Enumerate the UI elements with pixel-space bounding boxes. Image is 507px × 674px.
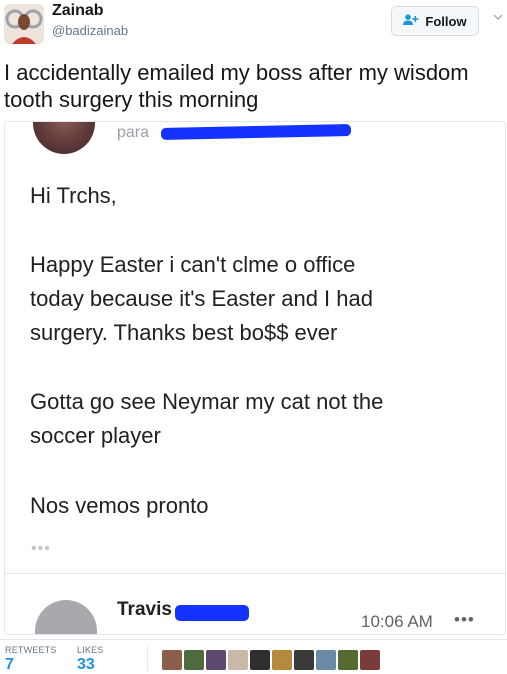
liker-avatar[interactable] <box>228 650 248 670</box>
likers-avatars <box>162 650 380 670</box>
reply-sender-name: Travis <box>117 599 172 620</box>
email-signoff: Nos vemos pronto <box>30 493 209 518</box>
liker-avatar[interactable] <box>294 650 314 670</box>
user-avatar[interactable] <box>4 4 44 44</box>
email-line: today because it's Easter and I had <box>30 286 373 311</box>
user-handle[interactable]: @badizainab <box>52 23 128 38</box>
liker-avatar[interactable] <box>360 650 380 670</box>
user-avatar-image <box>4 4 44 44</box>
liker-avatar[interactable] <box>206 650 226 670</box>
retweets-count[interactable]: 7 <box>5 656 14 674</box>
liker-avatar[interactable] <box>250 650 270 670</box>
likes-count[interactable]: 33 <box>77 656 95 674</box>
follow-button[interactable]: Follow <box>391 6 479 36</box>
redaction-mark <box>175 605 249 621</box>
liker-avatar[interactable] <box>184 650 204 670</box>
email-greeting: Hi Trchs, <box>30 183 117 208</box>
liker-avatar[interactable] <box>162 650 182 670</box>
chevron-down-icon[interactable] <box>492 10 504 22</box>
redaction-mark <box>160 124 352 140</box>
follow-button-label: Follow <box>425 13 467 29</box>
reply-avatar <box>35 600 97 634</box>
liker-avatar[interactable] <box>338 650 358 670</box>
email-recipient-prefix: para <box>117 124 150 141</box>
sender-avatar <box>33 122 95 154</box>
email-line: soccer player <box>30 423 161 448</box>
email-more-icon: ••• <box>31 540 51 557</box>
tweet-text: I accidentally emailed my boss after my … <box>4 60 469 112</box>
email-line: Gotta go see Neymar my cat not the <box>30 389 384 414</box>
display-name[interactable]: Zainab <box>52 2 104 20</box>
email-line: surgery. Thanks best bo$$ ever <box>30 320 338 345</box>
reply-more-icon: ••• <box>454 610 475 629</box>
likes-label: LIKES <box>77 645 104 655</box>
add-user-icon <box>403 13 419 29</box>
stats-divider <box>0 639 507 640</box>
email-line: Happy Easter i can't clme o office <box>30 252 356 277</box>
retweets-label: RETWEETS <box>5 645 57 655</box>
email-divider <box>5 573 505 574</box>
liker-avatar[interactable] <box>316 650 336 670</box>
liker-avatar[interactable] <box>272 650 292 670</box>
reply-time: 10:06 AM <box>361 612 433 631</box>
stats-separator <box>147 645 148 671</box>
tweet-media[interactable]: para Hi Trchs, Happy Easter i can't clme… <box>4 121 506 635</box>
